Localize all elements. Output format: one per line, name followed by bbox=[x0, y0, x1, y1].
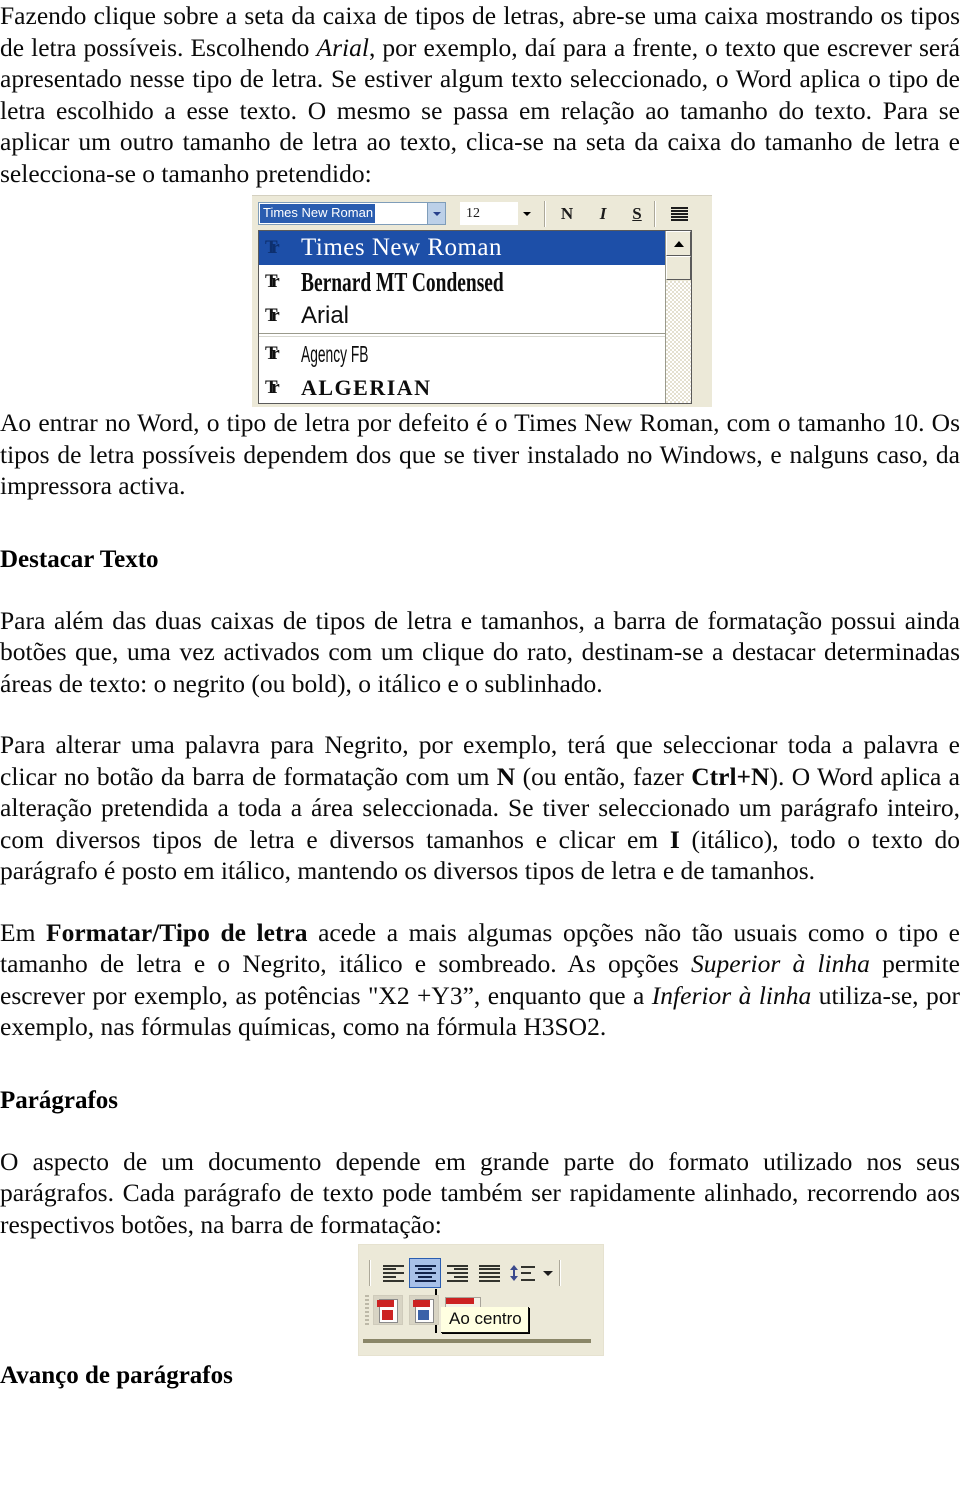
word-alignment-toolbar-screenshot: Ao centro bbox=[358, 1244, 604, 1356]
toolbar-separator bbox=[369, 1260, 371, 1286]
truetype-icon: Tr bbox=[265, 305, 280, 326]
formatar-italic-superior: Superior à linha bbox=[691, 949, 870, 978]
font-dropdown-list[interactable]: Tr Times New Roman Tr Bernard MT Condens… bbox=[258, 230, 692, 404]
paragraph-destacar-2: Para alterar uma palavra para Negrito, p… bbox=[0, 729, 960, 887]
scrollbar-thumb[interactable] bbox=[666, 256, 691, 280]
align-justify-icon bbox=[670, 207, 688, 221]
font-name-value: Times New Roman bbox=[260, 204, 376, 223]
tooltip-ao-centro: Ao centro bbox=[441, 1307, 529, 1333]
font-name-dropdown-arrow[interactable] bbox=[428, 202, 446, 225]
chevron-down-icon bbox=[432, 211, 441, 216]
font-list-item-agency-fb[interactable]: Tr Agency FB bbox=[259, 337, 665, 371]
line-spacing-icon bbox=[509, 1265, 518, 1281]
figure-font-dropdown: Times New Roman 12 N I S Tr Times New Ro… bbox=[0, 189, 960, 407]
align-left-button[interactable] bbox=[377, 1258, 409, 1288]
underline-button[interactable]: S bbox=[624, 201, 650, 227]
scrollbar-track[interactable] bbox=[666, 281, 691, 403]
formatting-toolbar: Times New Roman 12 N I S bbox=[252, 195, 712, 232]
scroll-up-button[interactable] bbox=[666, 231, 691, 256]
destacar-2-part-c: (ou então, fazer bbox=[515, 761, 692, 791]
italic-button[interactable]: I bbox=[590, 201, 616, 227]
font-list-item-algerian[interactable]: Tr ALGERIAN bbox=[259, 371, 665, 403]
font-list-item-times-new-roman[interactable]: Tr Times New Roman bbox=[259, 231, 665, 265]
font-list-item-label: Bernard MT Condensed bbox=[301, 267, 504, 297]
toolbar-drag-handle[interactable] bbox=[365, 1295, 369, 1325]
align-left-icon bbox=[382, 1264, 404, 1282]
heading-destacar-texto: Destacar Texto bbox=[0, 545, 159, 573]
font-size-value: 12 bbox=[466, 205, 480, 221]
truetype-icon: Tr bbox=[265, 343, 280, 364]
bold-button[interactable]: N bbox=[554, 201, 580, 227]
font-list-item-label: Arial bbox=[301, 302, 350, 329]
triangle-up-icon bbox=[673, 240, 684, 247]
formatar-italic-inferior: Inferior à linha bbox=[651, 980, 812, 1010]
destacar-2-bold-n: N bbox=[496, 761, 516, 791]
toolbar-separator bbox=[654, 201, 656, 227]
paragraph-formatar: Em Formatar/Tipo de letra acede a mais a… bbox=[0, 917, 960, 1043]
truetype-icon: Tr bbox=[265, 237, 280, 258]
line-spacing-button[interactable] bbox=[505, 1258, 539, 1288]
align-center-button[interactable] bbox=[409, 1258, 441, 1288]
toolbar-separator bbox=[559, 1260, 561, 1286]
font-list-items: Tr Times New Roman Tr Bernard MT Condens… bbox=[259, 231, 665, 403]
align-right-icon bbox=[446, 1264, 468, 1282]
paragraph-after-font-figure: Ao entrar no Word, o tipo de letra por d… bbox=[0, 408, 960, 500]
toolbar-bottom-edge bbox=[363, 1339, 591, 1343]
line-spacing-lines-icon bbox=[520, 1265, 535, 1281]
font-name-combobox[interactable]: Times New Roman bbox=[258, 202, 428, 225]
chevron-down-icon bbox=[523, 211, 531, 216]
formatar-part-a: Em bbox=[0, 917, 47, 947]
word-formatting-bar-screenshot: Times New Roman 12 N I S Tr Times New Ro… bbox=[252, 195, 712, 407]
align-center-icon bbox=[414, 1264, 436, 1282]
align-right-button[interactable] bbox=[441, 1258, 473, 1288]
font-list-item-bernard-mt-condensed[interactable]: Tr Bernard MT Condensed bbox=[259, 265, 665, 299]
destacar-2-bold-ctrln: Ctrl+N bbox=[691, 761, 770, 791]
font-list-item-arial[interactable]: Tr Arial bbox=[259, 299, 665, 333]
align-justify-button[interactable] bbox=[473, 1258, 505, 1288]
font-size-dropdown-arrow[interactable] bbox=[518, 202, 536, 225]
truetype-icon: Tr bbox=[265, 271, 280, 292]
formatar-bold-menu-path: Formatar/Tipo de letra bbox=[46, 917, 308, 947]
create-and-email-pdf-button[interactable] bbox=[409, 1295, 439, 1325]
font-list-scrollbar[interactable] bbox=[665, 231, 691, 403]
destacar-2-italic-i: I bbox=[669, 824, 680, 854]
font-list-item-label: Times New Roman bbox=[301, 234, 503, 261]
font-list-item-label: ALGERIAN bbox=[301, 375, 432, 400]
document-page: Fazendo clique sobre a seta da caixa de … bbox=[0, 0, 960, 1496]
intro-italic-arial: Arial bbox=[316, 32, 369, 62]
create-pdf-button[interactable] bbox=[373, 1295, 403, 1325]
chevron-down-icon[interactable] bbox=[543, 1270, 553, 1276]
paragraph-paragrafos-1: O aspecto de um documento depende em gra… bbox=[0, 1146, 960, 1239]
heading-paragrafos: Parágrafos bbox=[0, 1086, 119, 1114]
figure-alignment-toolbar: Ao centro bbox=[0, 1240, 960, 1360]
toolbar-separator bbox=[544, 201, 546, 227]
truetype-icon: Tr bbox=[265, 377, 280, 398]
align-justify-button[interactable] bbox=[666, 201, 692, 227]
paragraph-destacar-1: Para além das duas caixas de tipos de le… bbox=[0, 605, 960, 698]
alignment-button-row bbox=[367, 1253, 597, 1293]
font-list-item-label: Agency FB bbox=[301, 341, 369, 367]
align-justify-icon bbox=[478, 1264, 500, 1282]
heading-avanco-de-paragrafos: Avanço de parágrafos bbox=[0, 1362, 233, 1389]
paragraph-intro: Fazendo clique sobre a seta da caixa de … bbox=[0, 0, 960, 189]
